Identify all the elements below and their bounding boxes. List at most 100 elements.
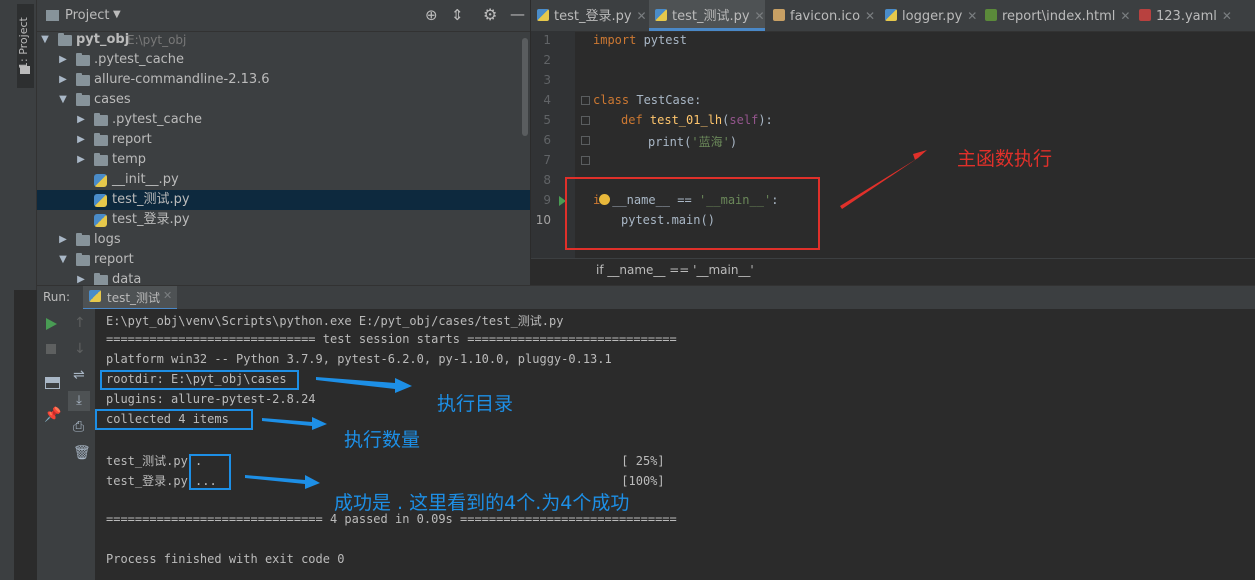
line-number: 1 <box>543 33 551 47</box>
collapsed-arrow-icon[interactable]: ▶ <box>58 230 68 250</box>
run-tab[interactable]: test_测试 ✕ <box>83 286 177 310</box>
locate-icon[interactable]: ⊕ <box>425 6 438 24</box>
tree-item-label: allure-commandline-2.13.6 <box>94 72 270 87</box>
breadcrumb-item[interactable]: if __name__ == '__main__' <box>596 263 754 277</box>
rerun-icon[interactable] <box>46 318 57 330</box>
close-icon[interactable]: ✕ <box>163 289 172 302</box>
project-panel: Project ▼ ⊕ ⇕ ⚙ — ▼ pyt_obj E:\pyt_obj ▶… <box>37 0 530 285</box>
folder-icon <box>76 73 90 86</box>
module-name: pytest <box>636 33 687 47</box>
code-line-6[interactable]: print('蓝海') <box>648 133 737 150</box>
annotation-exec-count: 执行数量 <box>344 429 421 451</box>
arrow-down-icon[interactable]: ↓ <box>74 341 86 357</box>
arrow-up-icon[interactable]: ↑ <box>74 315 86 331</box>
left-edge-strip <box>0 0 15 580</box>
fold-icon[interactable] <box>581 156 590 165</box>
tree-item-file-selected[interactable]: test_测试.py <box>37 190 530 210</box>
tree-item-label: test_登录.py <box>112 212 190 227</box>
layout-icon[interactable] <box>45 377 60 389</box>
tree-item-folder[interactable]: ▶ allure-commandline-2.13.6 <box>37 70 530 90</box>
tree-item-folder[interactable]: ▼ cases <box>37 90 530 110</box>
console-output[interactable] <box>95 309 1255 580</box>
folder-icon <box>76 93 90 106</box>
project-scrollbar[interactable] <box>522 38 528 136</box>
tree-item-label: temp <box>112 152 147 167</box>
tab-123-yaml[interactable]: 123.yaml ✕ <box>1133 0 1237 31</box>
expanded-arrow-icon[interactable]: ▼ <box>58 90 68 110</box>
tree-item-root[interactable]: ▼ pyt_obj E:\pyt_obj <box>37 30 530 50</box>
tab-label: test_登录.py <box>554 9 632 24</box>
settings-gear-icon[interactable]: ⚙ <box>483 5 497 24</box>
tab-test-ceshi[interactable]: test_测试.py ✕ <box>649 0 765 31</box>
python-file-icon <box>655 9 667 21</box>
pin-icon[interactable]: 📌 <box>44 407 61 423</box>
line-number: 5 <box>543 113 551 127</box>
close-icon[interactable]: ✕ <box>1222 9 1232 23</box>
tree-item-label: .pytest_cache <box>112 112 203 127</box>
tree-item-folder[interactable]: ▶ report <box>37 130 530 150</box>
tab-report-index[interactable]: report\index.html ✕ <box>979 0 1131 31</box>
annotation-success: 成功是 . 这里看到的4个.为4个成功 <box>334 492 630 514</box>
console-line: ============================= test sessi… <box>106 332 677 346</box>
chevron-down-icon[interactable]: ▼ <box>113 9 121 20</box>
editor-tab-bar: test_登录.py ✕ test_测试.py ✕ favicon.ico ✕ log… <box>531 0 1255 32</box>
tree-item-folder[interactable]: ▼ report <box>37 250 530 270</box>
soft-wrap-icon[interactable]: ⇌ <box>73 367 85 383</box>
expanded-arrow-icon[interactable]: ▼ <box>40 30 50 50</box>
close-icon[interactable]: ✕ <box>1120 9 1130 23</box>
code-line-1[interactable]: import pytest <box>593 33 687 47</box>
fold-icon[interactable] <box>581 96 590 105</box>
collapsed-arrow-icon[interactable]: ▶ <box>76 130 86 150</box>
collapsed-arrow-icon[interactable]: ▶ <box>76 110 86 130</box>
python-file-icon <box>537 9 549 21</box>
code-line-5[interactable]: def test_01_lh(self): <box>621 113 773 127</box>
tree-item-file[interactable]: test_登录.py <box>37 210 530 230</box>
tree-item-label: report <box>112 132 152 147</box>
hide-panel-icon[interactable]: — <box>510 5 525 23</box>
run-toolbar-primary: 📌 <box>37 309 65 580</box>
keyword: import <box>593 33 637 47</box>
tab-logger[interactable]: logger.py ✕ <box>879 0 977 31</box>
paren: ): <box>758 113 773 127</box>
close-icon[interactable]: ✕ <box>967 9 977 23</box>
close-icon[interactable]: ✕ <box>637 9 647 23</box>
line-number: 8 <box>543 173 551 187</box>
line-number: 3 <box>543 73 551 87</box>
annotation-box-dots <box>189 454 231 490</box>
close-icon[interactable]: ✕ <box>865 9 875 23</box>
folder-icon <box>76 53 90 66</box>
line-number-current: 10 <box>535 213 551 227</box>
collapse-all-icon[interactable]: ⇕ <box>451 6 464 24</box>
tab-favicon[interactable]: favicon.ico ✕ <box>767 0 877 31</box>
fold-icon[interactable] <box>581 136 590 145</box>
function-name: test_01_lh <box>642 113 723 127</box>
stop-icon[interactable] <box>46 344 56 354</box>
collapsed-arrow-icon[interactable]: ▶ <box>76 270 86 285</box>
tab-test-login[interactable]: test_登录.py ✕ <box>531 0 647 31</box>
annotation-box-main <box>565 177 820 250</box>
code-line-4[interactable]: class TestCase: <box>593 93 701 107</box>
python-file-icon <box>94 194 107 207</box>
collapsed-arrow-icon[interactable]: ▶ <box>58 50 68 70</box>
folder-icon <box>94 153 108 166</box>
folder-icon <box>94 133 108 146</box>
tree-item-folder[interactable]: ▶ data <box>37 270 530 285</box>
close-icon[interactable]: ✕ <box>755 9 765 23</box>
tree-item-folder[interactable]: ▶ temp <box>37 150 530 170</box>
collapsed-arrow-icon[interactable]: ▶ <box>76 150 86 170</box>
project-view-selector[interactable]: Project <box>65 8 109 23</box>
tree-item-folder[interactable]: ▶ .pytest_cache <box>37 50 530 70</box>
tree-item-label: pyt_obj <box>76 32 130 47</box>
run-tab-label: test_测试 <box>107 291 161 305</box>
tree-item-folder[interactable]: ▶ logs <box>37 230 530 250</box>
console-line: E:\pyt_obj\venv\Scripts\python.exe E:/py… <box>106 314 564 328</box>
console-line: platform win32 -- Python 3.7.9, pytest-6… <box>106 352 612 366</box>
trash-icon[interactable]: 🗑 <box>73 445 91 461</box>
collapsed-arrow-icon[interactable]: ▶ <box>58 70 68 90</box>
tree-item-folder[interactable]: ▶ .pytest_cache <box>37 110 530 130</box>
scroll-to-end-icon[interactable]: ⤓ <box>68 391 90 411</box>
tree-item-file[interactable]: __init__.py <box>37 170 530 190</box>
expanded-arrow-icon[interactable]: ▼ <box>58 250 68 270</box>
print-icon[interactable]: ⎙ <box>73 419 84 435</box>
fold-icon[interactable] <box>581 116 590 125</box>
